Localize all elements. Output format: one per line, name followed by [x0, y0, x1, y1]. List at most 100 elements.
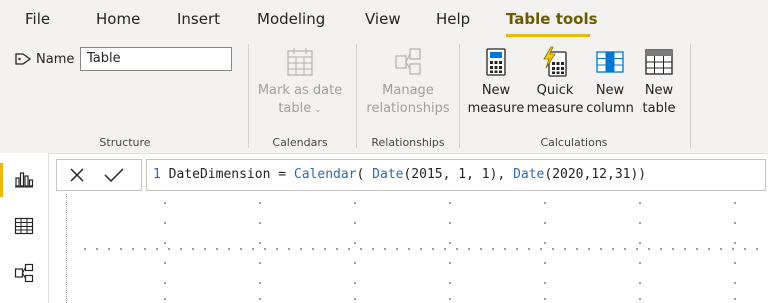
- formula-name: DateDimension =: [168, 167, 294, 182]
- grid-dot: [96, 248, 98, 250]
- tab-modeling[interactable]: Modeling: [257, 10, 325, 28]
- quick-measure-icon: [543, 46, 567, 77]
- formula-space: [161, 167, 169, 182]
- tab-help[interactable]: Help: [436, 10, 470, 28]
- group-label-structure: Structure: [99, 136, 151, 149]
- grid-dot: [216, 248, 218, 250]
- tab-insert[interactable]: Insert: [177, 10, 220, 28]
- formula-fn-calendar: Calendar: [293, 167, 357, 182]
- grid-dot: [734, 242, 736, 244]
- grid-dot: [164, 242, 166, 244]
- grid-dot: [612, 248, 614, 250]
- grid-dot: [624, 248, 626, 250]
- new-column-label-1: New: [595, 83, 625, 98]
- grid-dot: [192, 248, 194, 250]
- grid-dot: [732, 248, 734, 250]
- grid-dot: [600, 248, 602, 250]
- grid-dot: [540, 248, 542, 250]
- calculator-icon: [486, 48, 506, 76]
- new-measure-label-2: measure: [467, 101, 525, 116]
- mark-as-date-label-2: table ⌄: [254, 100, 346, 119]
- grid-dot: [696, 248, 698, 250]
- mark-as-date-table-button[interactable]: Mark as date table ⌄: [254, 46, 346, 119]
- grid-dot: [456, 248, 458, 250]
- grid-dot: [240, 248, 242, 250]
- grid-dot: [336, 248, 338, 250]
- grid-dot: [734, 282, 736, 284]
- quick-measure-button[interactable]: Quick measure: [526, 46, 584, 118]
- group-label-relationships: Relationships: [371, 136, 445, 149]
- group-separator: [356, 44, 357, 148]
- formula-buttons: [56, 159, 142, 191]
- chevron-down-icon: ⌄: [311, 105, 322, 115]
- grid-dot: [720, 248, 722, 250]
- new-measure-button[interactable]: New measure: [466, 46, 526, 118]
- model-view-icon[interactable]: [14, 263, 34, 283]
- grid-dot: [544, 262, 546, 264]
- grid-dot: [420, 248, 422, 250]
- table-name-input[interactable]: Table: [80, 47, 232, 71]
- tab-home[interactable]: Home: [96, 10, 140, 28]
- new-table-label-2: table: [642, 101, 676, 116]
- grid-dot: [396, 248, 398, 250]
- data-view-icon[interactable]: [14, 216, 34, 236]
- grid-dot: [372, 248, 374, 250]
- close-icon[interactable]: [69, 167, 85, 183]
- new-column-icon: [596, 51, 624, 73]
- grid-dot: [156, 248, 158, 250]
- check-icon[interactable]: [103, 167, 125, 183]
- grid-dot: [259, 242, 261, 244]
- grid-dot: [108, 248, 110, 250]
- grid-dot: [516, 248, 518, 250]
- grid-dot: [588, 248, 590, 250]
- grid-dot: [164, 222, 166, 224]
- quick-measure-label-2: measure: [526, 101, 584, 116]
- grid-dot: [449, 202, 451, 204]
- grid-dot: [684, 248, 686, 250]
- name-label-wrap: Name: [15, 52, 75, 67]
- grid-dot: [544, 222, 546, 224]
- formula-args2: (2020,12,31)): [544, 167, 647, 182]
- tab-view[interactable]: View: [365, 10, 401, 28]
- grid-dot: [384, 248, 386, 250]
- grid-dot: [360, 248, 362, 250]
- grid-dot: [84, 248, 86, 250]
- tag-icon: [15, 53, 32, 65]
- grid-dot: [672, 248, 674, 250]
- grid-dot: [636, 248, 638, 250]
- grid-dot: [259, 202, 261, 204]
- grid-dot: [300, 248, 302, 250]
- new-table-icon: [645, 49, 673, 75]
- grid-dot: [449, 242, 451, 244]
- grid-dot: [312, 248, 314, 250]
- grid-dot: [639, 222, 641, 224]
- new-column-label-2: column: [586, 101, 634, 116]
- grid-dot: [259, 262, 261, 264]
- group-separator: [248, 44, 249, 148]
- grid-dot: [492, 248, 494, 250]
- grid-dot: [544, 298, 546, 300]
- tab-file[interactable]: File: [25, 10, 50, 28]
- grid-dot: [528, 248, 530, 250]
- grid-dot: [354, 242, 356, 244]
- grid-dot: [354, 262, 356, 264]
- mark-as-date-label-2-text: table: [278, 101, 312, 116]
- grid-dot: [288, 248, 290, 250]
- grid-dot: [354, 282, 356, 284]
- grid-dot: [252, 248, 254, 250]
- grid-dot: [734, 262, 736, 264]
- name-label: Name: [36, 52, 75, 67]
- report-view-icon[interactable]: [14, 169, 34, 189]
- report-canvas[interactable]: [64, 194, 768, 303]
- formula-args1: (2015, 1, 1),: [403, 167, 514, 182]
- new-column-button[interactable]: New column: [584, 46, 636, 118]
- tab-table-tools[interactable]: Table tools: [506, 10, 598, 28]
- grid-dot: [264, 248, 266, 250]
- ribbon-tabs: File Home Insert Modeling View Help Tabl…: [0, 0, 768, 40]
- manage-relationships-button[interactable]: Manage relationships: [362, 46, 454, 118]
- grid-dot: [276, 248, 278, 250]
- manage-relationships-label-1: Manage: [382, 83, 434, 98]
- grid-dot: [744, 248, 746, 250]
- formula-editor[interactable]: 1 DateDimension = Calendar( Date(2015, 1…: [146, 159, 766, 191]
- new-table-button[interactable]: New table: [636, 46, 682, 118]
